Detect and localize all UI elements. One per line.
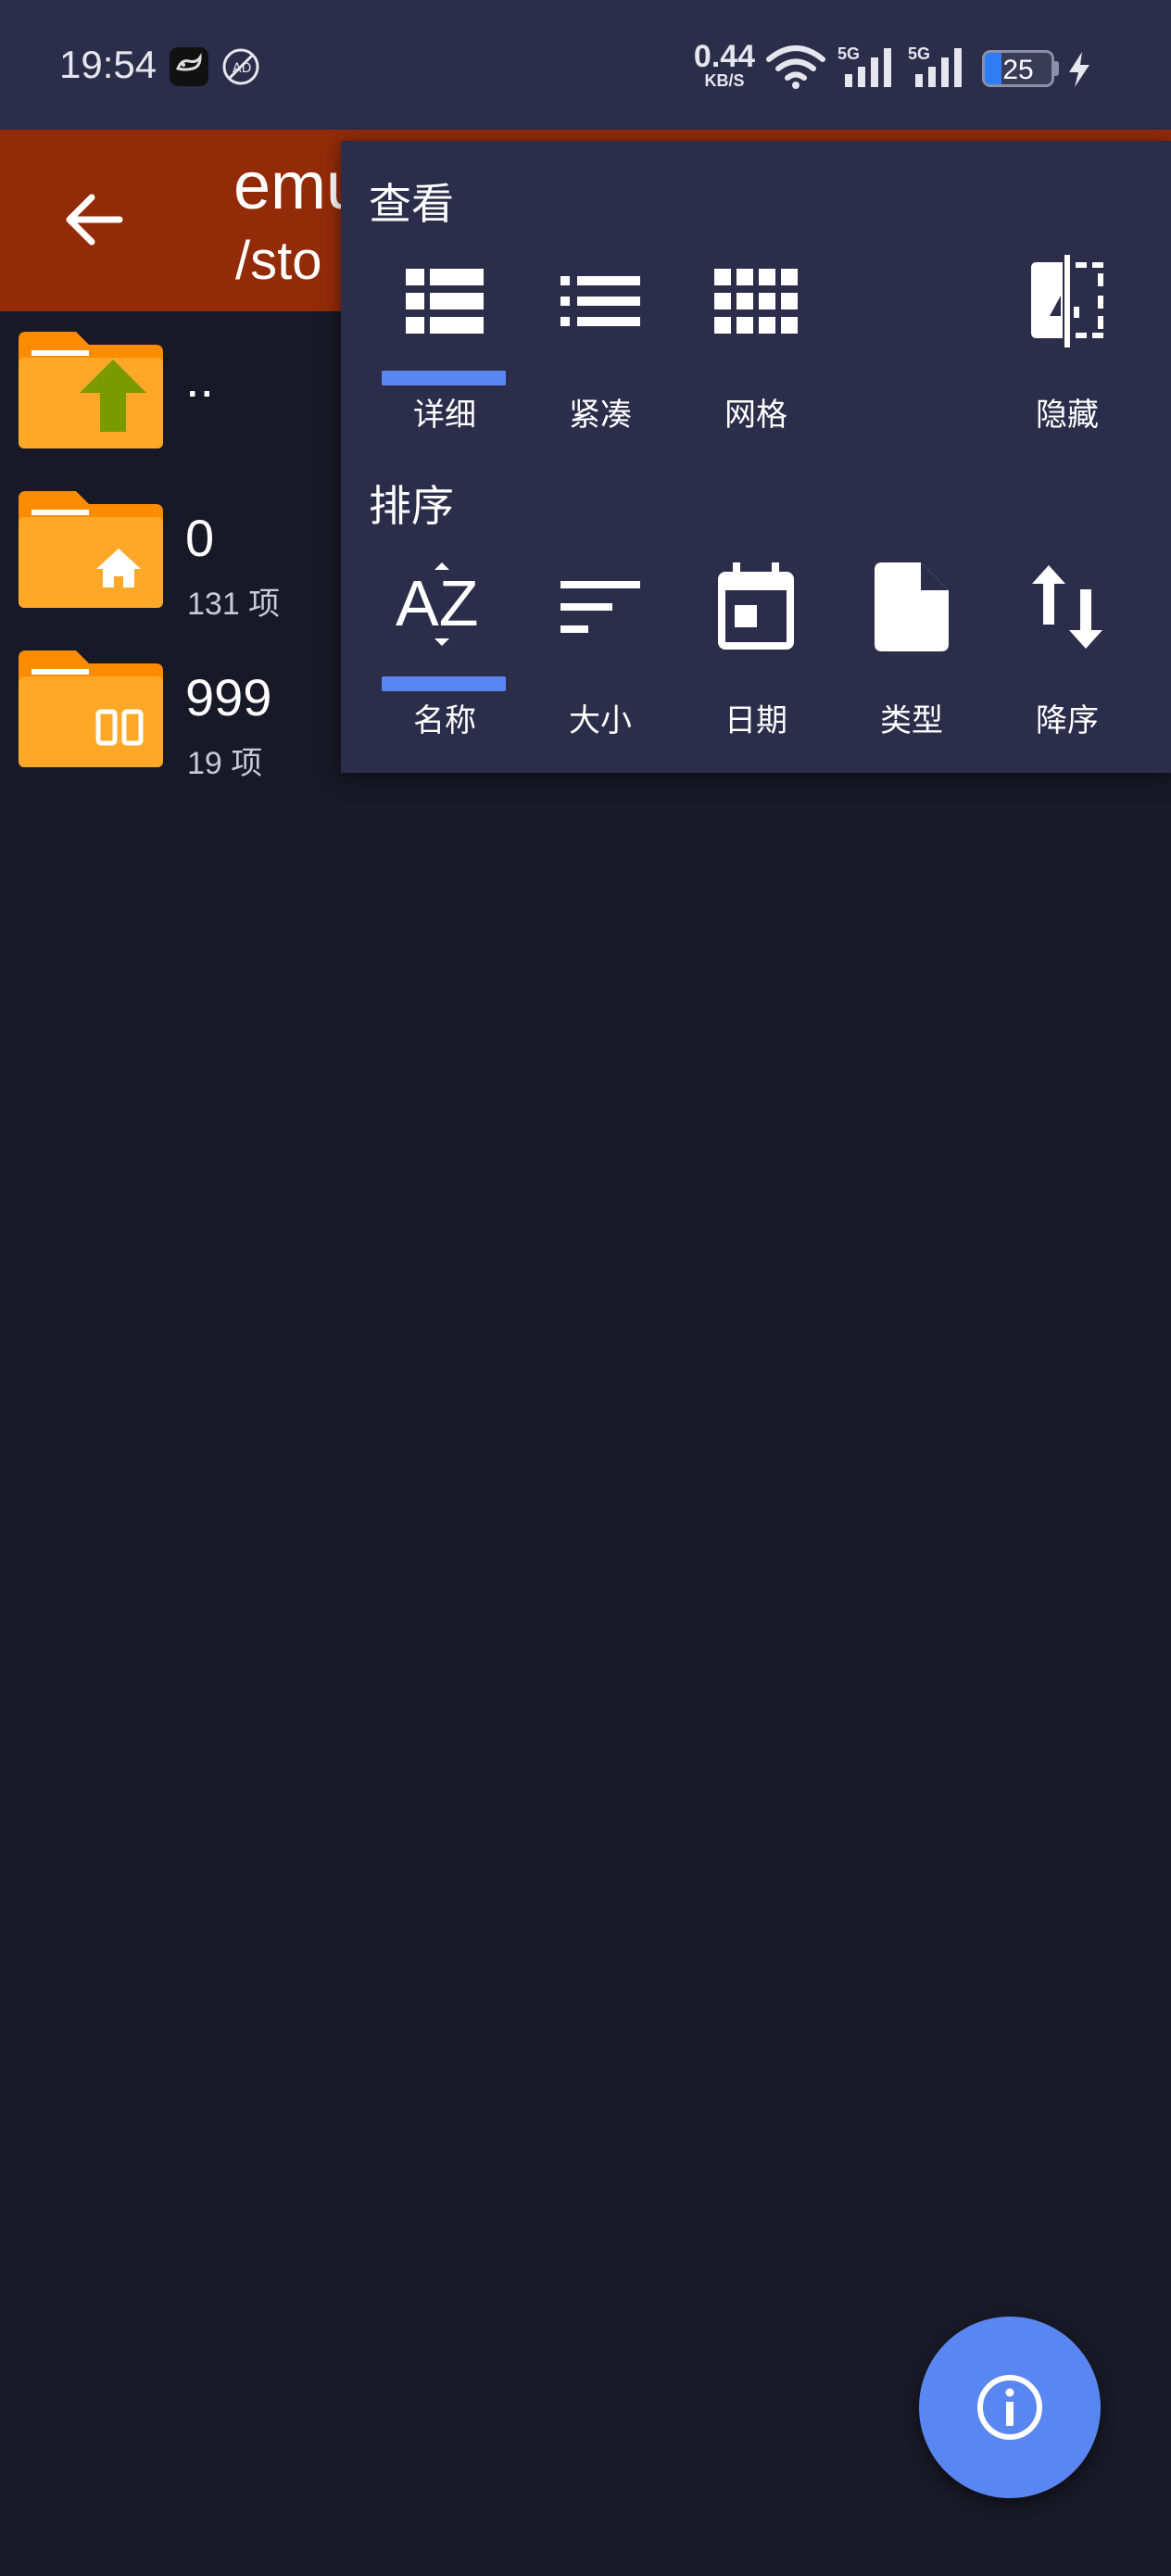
selected-indicator [382, 371, 506, 385]
view-option-grid[interactable]: 网格 [678, 241, 834, 445]
sort-option-order[interactable]: 降序 [989, 547, 1145, 751]
sort-section-title: 排序 [369, 482, 454, 530]
sort-option-size[interactable]: 大小 [523, 547, 678, 751]
selected-indicator [382, 676, 506, 691]
view-section-title: 查看 [369, 180, 454, 228]
net-speed-unit: KB/S [704, 71, 745, 90]
option-label: 详细 [413, 397, 476, 434]
view-sort-popup: 查看 详细 紧凑 网格 隐藏 排序 AZ 名称 大小 日期 类型 降序 [341, 141, 1171, 773]
sort-size-icon [560, 581, 640, 633]
option-label: 名称 [413, 702, 476, 739]
battery-icon: 25 [982, 50, 1054, 87]
svg-text:AD: AD [233, 61, 251, 76]
screen: 19:54 AD 0.44 KB/S 5G 5G 25 emu /sto .. … [0, 0, 1171, 2576]
folder-path: /sto [235, 231, 322, 291]
option-label: 类型 [880, 702, 943, 739]
file-name: 999 [185, 668, 272, 726]
calendar-icon [718, 562, 794, 650]
signal-icon: 5G [908, 43, 969, 95]
wifi-icon [765, 43, 826, 95]
battery-level: 25 [1002, 55, 1034, 85]
sort-order-icon [1032, 565, 1102, 649]
folder-up-icon [19, 332, 163, 448]
grid-icon [714, 269, 798, 334]
option-label: 降序 [1036, 702, 1099, 739]
signal-2-label: 5G [908, 44, 930, 63]
option-label: 网格 [724, 397, 787, 434]
sort-option-name[interactable]: AZ 名称 [367, 547, 523, 751]
option-label: 隐藏 [1036, 397, 1099, 434]
view-option-compact[interactable]: 紧凑 [523, 241, 678, 445]
ad-block-icon: AD [220, 46, 261, 92]
option-label: 日期 [724, 702, 787, 739]
hidden-files-icon [1031, 255, 1103, 347]
info-fab-button[interactable] [919, 2317, 1101, 2498]
signal-1-label: 5G [837, 44, 860, 63]
svg-text:AZ: AZ [396, 567, 478, 639]
notification-app-icon [169, 46, 209, 92]
charging-icon [1065, 50, 1093, 94]
net-speed-value: 0.44 [693, 39, 756, 74]
info-icon [977, 2375, 1042, 2440]
folder-home-icon [19, 491, 163, 608]
battery-tip [1054, 61, 1059, 76]
status-bar: 19:54 AD 0.44 KB/S 5G 5G 25 [0, 0, 1171, 130]
file-count: 131 项 [187, 587, 281, 622]
arrow-left-icon [66, 194, 123, 246]
back-button[interactable] [52, 178, 135, 261]
option-label: 大小 [569, 702, 632, 739]
signal-icon: 5G [837, 43, 899, 95]
sort-option-date[interactable]: 日期 [678, 547, 834, 751]
view-option-detail[interactable]: 详细 [367, 241, 523, 445]
list-detail-icon [406, 269, 484, 334]
status-time: 19:54 [59, 43, 157, 86]
file-name: 0 [185, 509, 215, 567]
list-compact-icon [560, 276, 640, 326]
view-option-hidden[interactable]: 隐藏 [989, 241, 1145, 445]
file-type-icon [875, 562, 949, 651]
option-label: 紧凑 [569, 397, 632, 434]
folder-dual-icon [19, 650, 163, 767]
file-count: 19 项 [187, 746, 263, 781]
sort-az-icon: AZ [396, 562, 478, 646]
sort-option-type[interactable]: 类型 [834, 547, 989, 751]
file-name: .. [185, 349, 215, 408]
net-speed: 0.44 KB/S [689, 41, 760, 89]
